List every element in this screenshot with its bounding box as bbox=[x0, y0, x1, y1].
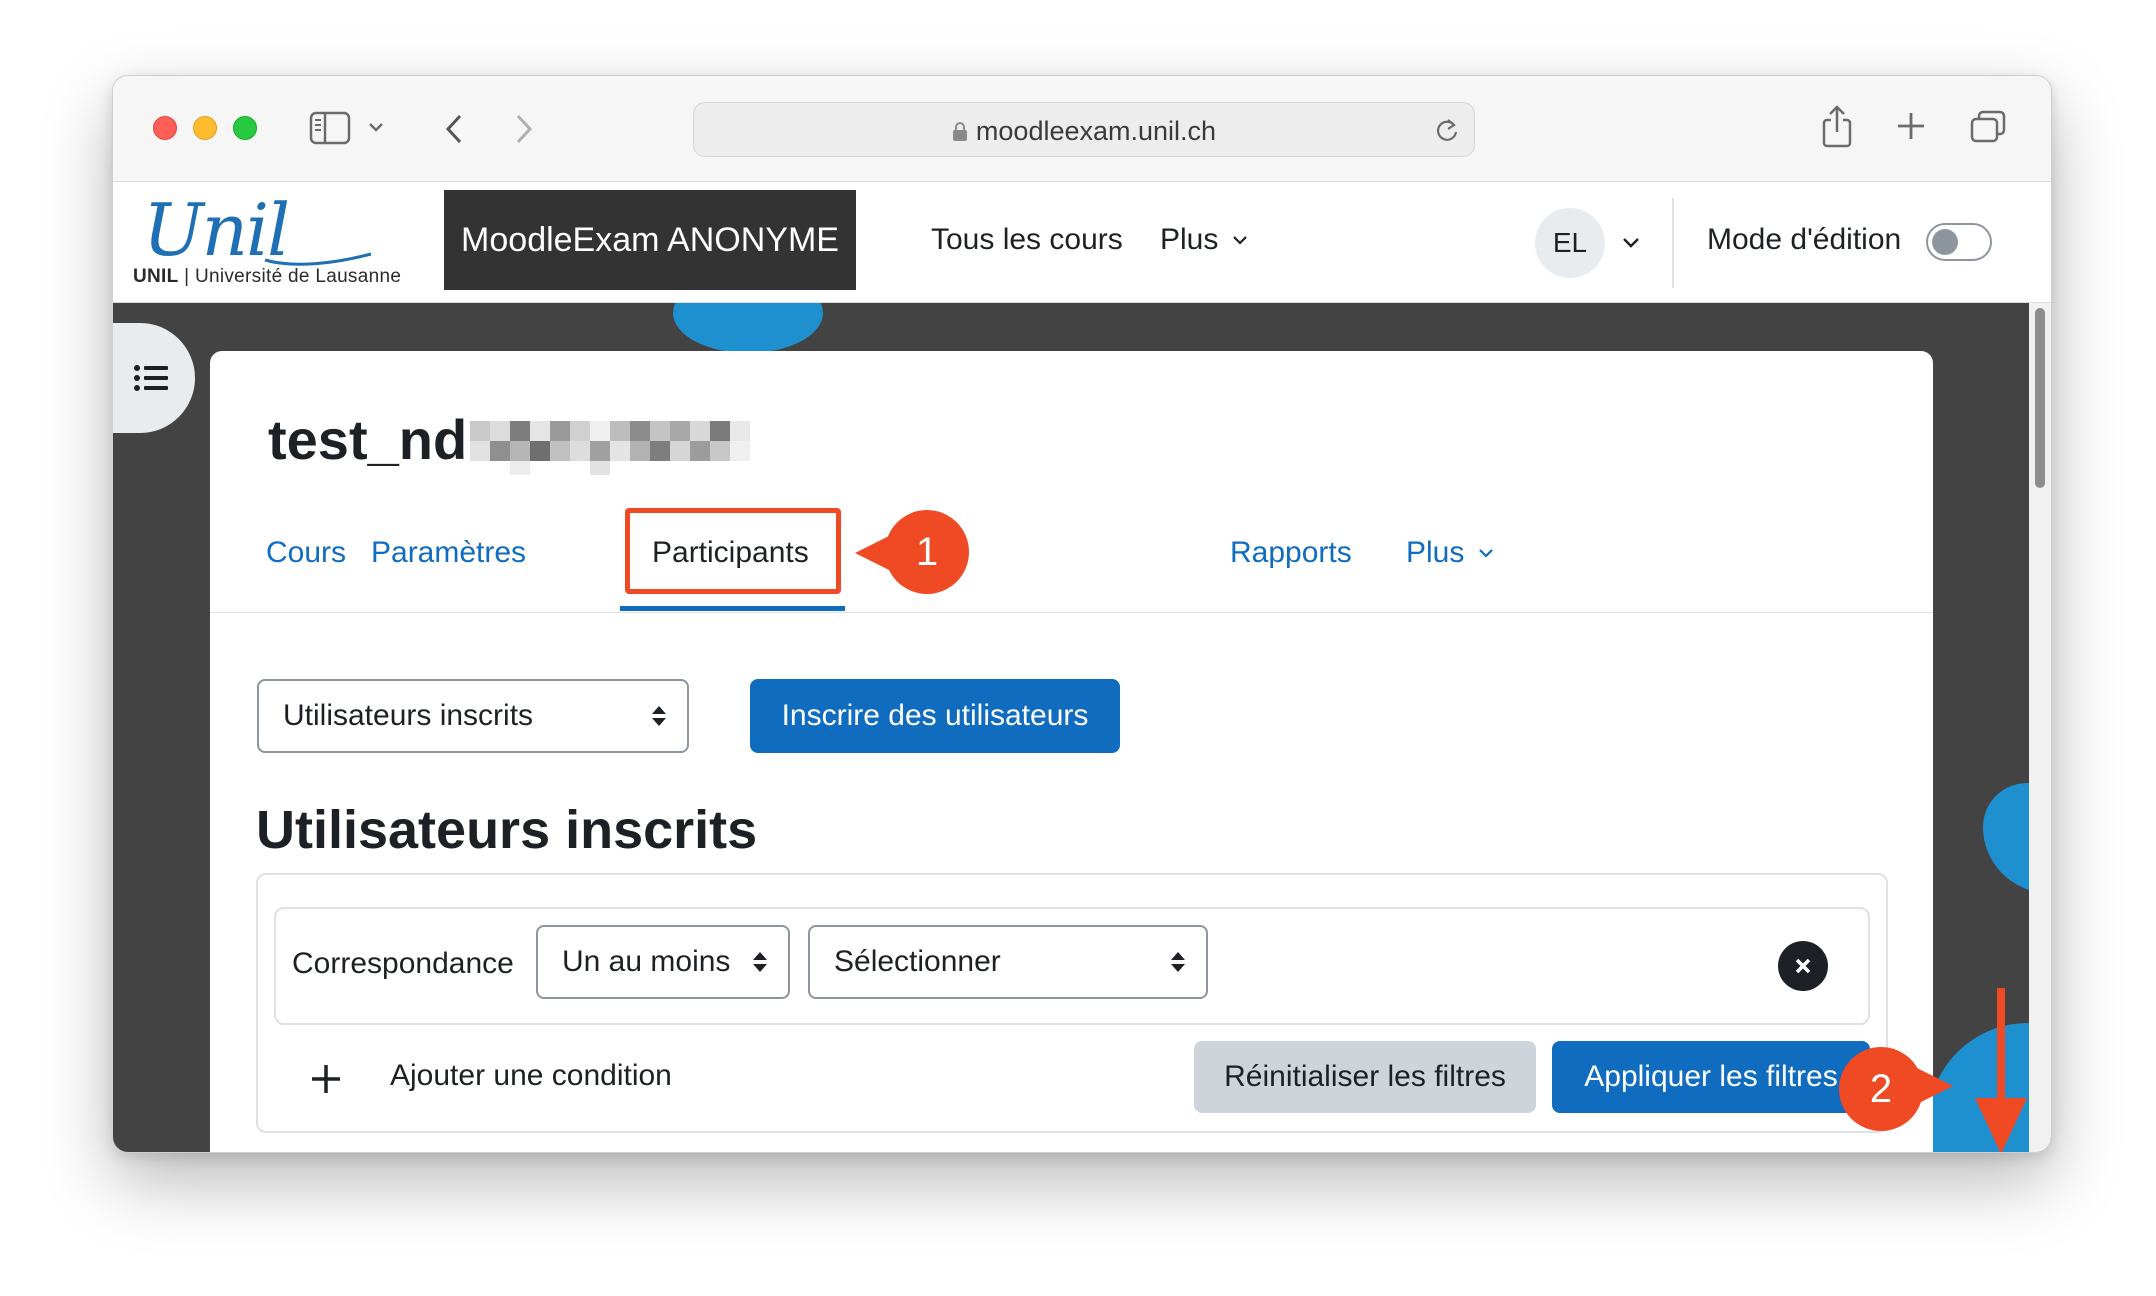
logo-caption-separator: | bbox=[184, 266, 190, 287]
new-tab-icon[interactable] bbox=[1895, 110, 1927, 142]
chevron-down-icon bbox=[1232, 236, 1247, 245]
course-title: test_nd bbox=[268, 408, 468, 471]
page-body: test_nd Cours Paramètres Participants Ra… bbox=[113, 303, 2051, 1152]
address-url: moodleexam.unil.ch bbox=[694, 116, 1474, 147]
course-content-card: test_nd Cours Paramètres Participants Ra… bbox=[210, 351, 1933, 1152]
tab-more[interactable]: Plus bbox=[1406, 536, 1495, 570]
callout-marker-2: 2 bbox=[1839, 1047, 1923, 1131]
course-index-drawer-button[interactable] bbox=[113, 323, 195, 433]
filter-panel: Correspondance Un au moins Sélectionner bbox=[256, 873, 1888, 1133]
remove-filter-row-button[interactable] bbox=[1778, 941, 1828, 991]
sidebar-icon[interactable] bbox=[309, 111, 351, 145]
select-arrows-icon bbox=[652, 706, 666, 726]
logo-swoosh-icon bbox=[264, 252, 372, 266]
user-menu-chevron-icon[interactable] bbox=[1621, 236, 1641, 250]
filter-type-select[interactable]: Sélectionner bbox=[808, 925, 1208, 999]
minimize-window-button[interactable] bbox=[193, 116, 217, 140]
select-arrows-icon bbox=[1171, 952, 1185, 972]
apply-filters-button[interactable]: Appliquer les filtres bbox=[1552, 1041, 1870, 1113]
edit-mode-label: Mode d'édition bbox=[1707, 223, 1902, 256]
tab-cours[interactable]: Cours bbox=[266, 536, 346, 570]
add-condition-plus-icon[interactable] bbox=[310, 1063, 342, 1095]
browser-window: moodleexam.unil.ch Unil UNIL | Universit… bbox=[112, 75, 2052, 1153]
url-text: moodleexam.unil.ch bbox=[975, 116, 1217, 146]
forward-icon[interactable] bbox=[513, 112, 535, 146]
user-avatar[interactable]: EL bbox=[1535, 208, 1605, 278]
participants-view-select[interactable]: Utilisateurs inscrits bbox=[257, 679, 689, 753]
zoom-window-button[interactable] bbox=[233, 116, 257, 140]
logo-caption: UNIL | Université de Lausanne bbox=[133, 266, 401, 288]
participants-highlight-box bbox=[625, 508, 841, 594]
logo-caption-strong: UNIL bbox=[133, 266, 179, 287]
filter-row: Correspondance Un au moins Sélectionner bbox=[274, 907, 1870, 1025]
select-arrows-icon bbox=[753, 952, 767, 972]
filter-match-select-value: Un au moins bbox=[562, 945, 731, 978]
lock-icon bbox=[952, 122, 967, 141]
site-navbar: Unil UNIL | Université de Lausanne Moodl… bbox=[113, 182, 2051, 303]
tab-rapports[interactable]: Rapports bbox=[1230, 536, 1352, 570]
chevron-down-icon bbox=[1478, 549, 1493, 558]
reset-filters-button[interactable]: Réinitialiser les filtres bbox=[1194, 1041, 1536, 1113]
nav-more-label: Plus bbox=[1160, 223, 1219, 256]
back-icon[interactable] bbox=[443, 112, 465, 146]
chevron-down-icon[interactable] bbox=[367, 120, 385, 134]
nav-all-courses[interactable]: Tous les cours bbox=[931, 223, 1123, 257]
decorative-blob bbox=[673, 303, 823, 353]
logo-caption-text: Université de Lausanne bbox=[194, 266, 402, 287]
browser-toolbar: moodleexam.unil.ch bbox=[113, 76, 2051, 182]
tab-more-label: Plus bbox=[1406, 536, 1465, 569]
nav-divider bbox=[1672, 198, 1674, 288]
close-icon bbox=[1795, 958, 1811, 974]
callout-marker-1: 1 bbox=[885, 510, 969, 594]
active-tab-indicator bbox=[620, 606, 845, 611]
site-name[interactable]: MoodleExam ANONYME bbox=[444, 190, 856, 290]
filter-match-label: Correspondance bbox=[292, 947, 514, 980]
redacted-text-image bbox=[470, 421, 750, 475]
share-icon[interactable] bbox=[1821, 104, 1853, 148]
filter-match-select[interactable]: Un au moins bbox=[536, 925, 790, 999]
page-scrollbar[interactable] bbox=[2029, 303, 2051, 1152]
callout-2-pointer-icon bbox=[1913, 1066, 1953, 1106]
tab-overview-icon[interactable] bbox=[1969, 109, 2007, 145]
page-scrollbar-thumb[interactable] bbox=[2035, 308, 2045, 488]
reload-icon[interactable] bbox=[1434, 116, 1460, 144]
scroll-down-arrow-icon bbox=[1975, 988, 2027, 1152]
address-bar[interactable]: moodleexam.unil.ch bbox=[693, 102, 1475, 157]
filter-type-select-value: Sélectionner bbox=[834, 945, 1001, 978]
close-window-button[interactable] bbox=[153, 116, 177, 140]
section-title: Utilisateurs inscrits bbox=[256, 800, 758, 860]
tabs-divider bbox=[210, 612, 1933, 613]
edit-mode-toggle[interactable] bbox=[1926, 223, 1992, 261]
tab-parametres[interactable]: Paramètres bbox=[371, 536, 526, 570]
edit-mode-toggle-knob bbox=[1932, 229, 1958, 255]
nav-more-menu[interactable]: Plus bbox=[1160, 223, 1249, 257]
participants-view-select-value: Utilisateurs inscrits bbox=[283, 699, 534, 732]
list-icon bbox=[134, 365, 168, 391]
enrol-users-button[interactable]: Inscrire des utilisateurs bbox=[750, 679, 1120, 753]
add-condition-link[interactable]: Ajouter une condition bbox=[390, 1059, 672, 1093]
